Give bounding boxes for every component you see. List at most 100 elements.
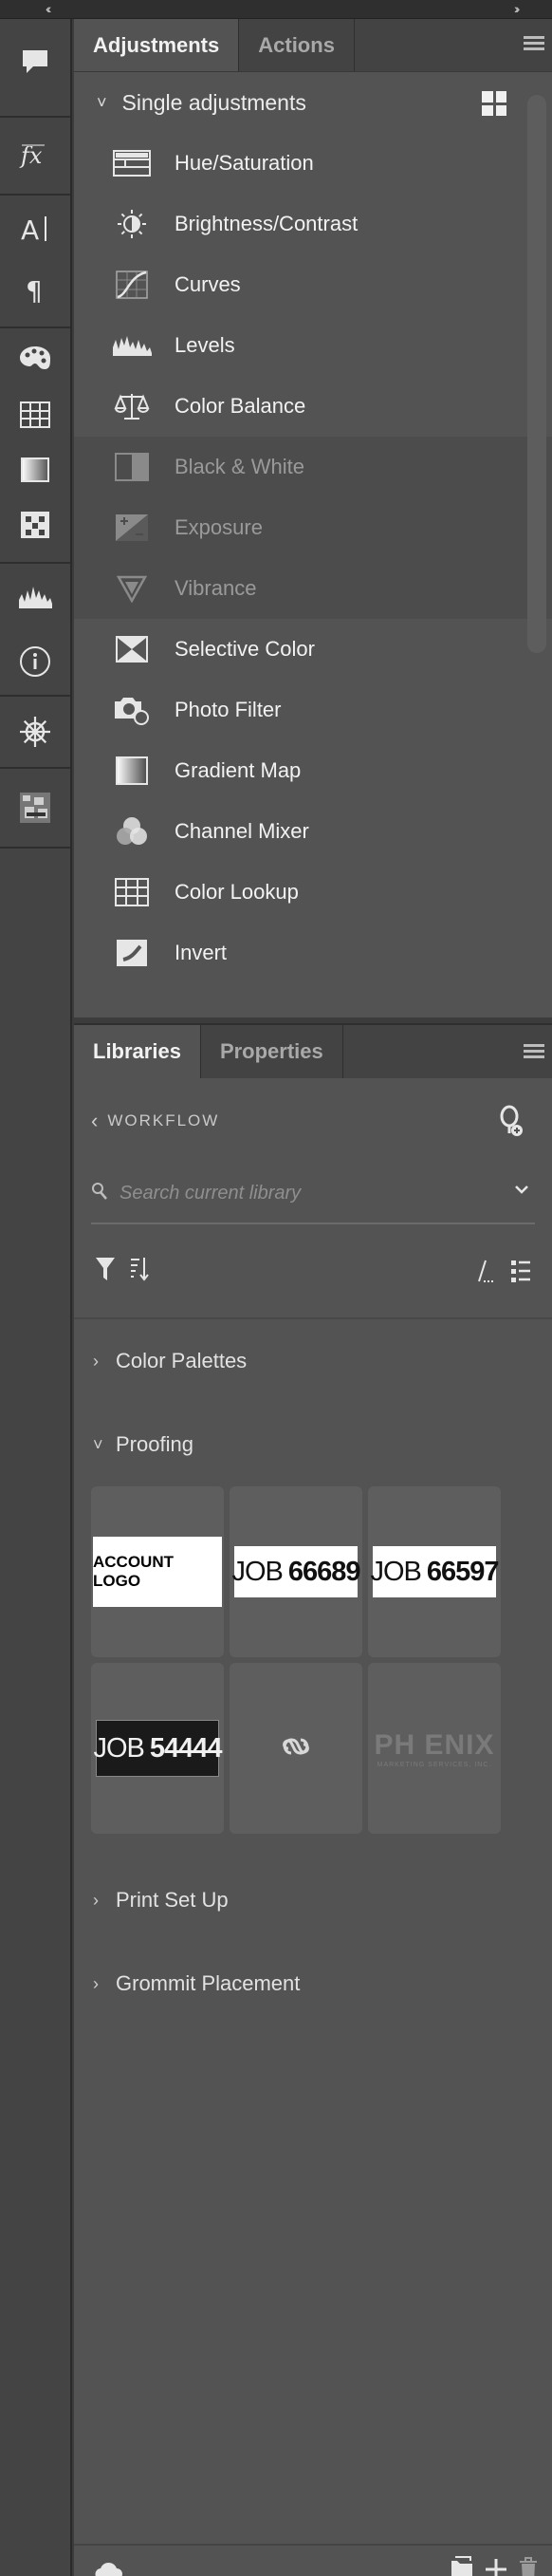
job-prefix: JOB <box>93 1732 144 1764</box>
creative-cloud-icon <box>282 1734 310 1764</box>
proofing-assets-grid: ACCOUNT LOGO JOB 66689 JOB 66597 JOB 54444 <box>74 1486 552 1834</box>
swatches-grid-icon[interactable] <box>0 387 71 442</box>
gradient-map-icon <box>112 756 152 786</box>
library-group-color-palettes[interactable]: › Color Palettes <box>74 1319 552 1403</box>
patterns-icon[interactable] <box>0 497 71 552</box>
single-adjustments-header[interactable]: ˅ Single adjustments <box>74 72 552 133</box>
adjustment-levels[interactable]: Levels <box>74 315 552 376</box>
invite-user-icon[interactable] <box>497 1105 524 1142</box>
chevron-right-icon: › <box>93 1351 99 1371</box>
comments-icon[interactable] <box>0 19 71 104</box>
selective-color-icon <box>112 634 152 664</box>
svg-text:A: A <box>21 215 39 245</box>
adjustment-invert[interactable]: Invert <box>74 923 552 983</box>
asset-job-66597[interactable]: JOB 66597 <box>368 1486 501 1657</box>
paragraph-icon[interactable]: ¶ <box>0 262 71 319</box>
navigator-ship-wheel-icon[interactable] <box>0 697 71 767</box>
search-input[interactable] <box>120 1182 480 1204</box>
adjustment-exposure[interactable]: Exposure <box>74 497 552 558</box>
adjustment-label: Selective Color <box>175 637 315 661</box>
phoenix-logo: PH ENIX MARKETING SERVICES, INC. <box>374 1729 494 1768</box>
back-chevron-icon[interactable]: ‹ <box>91 1109 98 1133</box>
info-icon[interactable] <box>0 630 71 693</box>
tag-view-icon[interactable] <box>476 1259 497 1288</box>
library-group-print-set-up[interactable]: › Print Set Up <box>74 1858 552 1942</box>
adjustment-label: Hue/Saturation <box>175 151 314 175</box>
collapse-left-icon[interactable]: ‹‹ <box>46 1 52 16</box>
adjustment-label: Invert <box>175 941 228 964</box>
adjustment-label: Levels <box>175 333 235 357</box>
black-white-icon <box>112 452 152 482</box>
job-label: JOB 66597 <box>370 1546 500 1597</box>
asset-creative-cloud-logo[interactable] <box>230 1663 362 1834</box>
adjustment-color-lookup[interactable]: Color Lookup <box>74 862 552 923</box>
phoenix-tagline: MARKETING SERVICES, INC. <box>377 1761 492 1768</box>
adjustment-curves[interactable]: Curves <box>74 254 552 315</box>
asset-label: ACCOUNT LOGO <box>93 1537 222 1607</box>
panel-menu-icon[interactable] <box>524 36 544 53</box>
tab-properties[interactable]: Properties <box>201 1025 343 1078</box>
tab-adjustments[interactable]: Adjustments <box>74 19 240 71</box>
adjustment-color-balance[interactable]: Color Balance <box>74 376 552 437</box>
swatches-palette-icon[interactable] <box>0 328 71 387</box>
cloud-sync-icon[interactable] <box>95 2559 123 2576</box>
search-scope-chevron-down-icon[interactable] <box>514 1183 529 1200</box>
adjustment-label: Gradient Map <box>175 758 302 782</box>
panel-collapse-strip: ‹‹ ›› <box>0 0 552 19</box>
adjustment-photo-filter[interactable]: Photo Filter <box>74 680 552 740</box>
asset-job-54444[interactable]: JOB 54444 <box>91 1663 224 1834</box>
filter-funnel-icon[interactable] <box>95 1256 116 1287</box>
new-library-icon[interactable] <box>450 2555 474 2576</box>
color-lookup-icon <box>112 877 152 907</box>
adjustment-hue-saturation[interactable]: Hue/Saturation <box>74 133 552 194</box>
library-actions <box>450 2555 539 2576</box>
library-group-proofing[interactable]: ˅ Proofing <box>74 1403 552 1486</box>
adjustment-brightness-contrast[interactable]: Brightness/Contrast <box>74 194 552 254</box>
view-grid-icon[interactable] <box>482 91 506 116</box>
adjustment-selective-color[interactable]: Selective Color <box>74 619 552 680</box>
adjustment-label: Brightness/Contrast <box>175 212 359 235</box>
asset-phoenix-logo[interactable]: PH ENIX MARKETING SERVICES, INC. <box>368 1663 501 1834</box>
gradients-icon[interactable] <box>0 442 71 497</box>
libraries-bottom-bar <box>74 2544 552 2576</box>
chevron-right-icon: › <box>93 1890 99 1910</box>
libraries-tab-bar: Libraries Properties <box>74 1023 552 1078</box>
curves-icon <box>112 270 152 300</box>
group-label: Proofing <box>116 1432 193 1456</box>
group-label: Color Palettes <box>116 1349 248 1372</box>
search-icon <box>91 1182 108 1205</box>
adjustment-gradient-map[interactable]: Gradient Map <box>74 740 552 801</box>
libraries-panel: Libraries Properties ‹ WORKFLOW Search c… <box>74 1023 552 2025</box>
adjustment-label: Curves <box>175 272 241 296</box>
layer-styles-fx-icon[interactable]: fx <box>0 118 71 194</box>
adjustment-label: Color Balance <box>175 394 306 418</box>
collapse-right-icon[interactable]: ›› <box>514 1 521 16</box>
view-options <box>476 1259 531 1288</box>
chevron-right-icon: › <box>93 1973 99 1993</box>
adjustment-black-white[interactable]: Black & White <box>74 437 552 497</box>
right-panel-dock: Adjustments Actions ˅ Single adjustments… <box>74 19 552 2576</box>
asset-account-logo[interactable]: ACCOUNT LOGO <box>91 1486 224 1657</box>
library-group-grommit-placement[interactable]: › Grommit Placement <box>74 1942 552 2025</box>
adjustment-label: Color Lookup <box>175 880 299 904</box>
color-balance-icon <box>112 391 152 421</box>
adjustments-tab-bar: Adjustments Actions <box>74 19 552 72</box>
add-plus-icon[interactable] <box>484 2555 508 2576</box>
adjustment-vibrance[interactable]: Vibrance <box>74 558 552 619</box>
trash-icon[interactable] <box>518 2555 539 2576</box>
job-number: 66597 <box>426 1556 500 1587</box>
adjustments-scrollbar[interactable] <box>527 95 546 653</box>
invert-icon <box>112 938 152 968</box>
sort-icon[interactable] <box>129 1256 150 1287</box>
tab-actions[interactable]: Actions <box>239 19 355 71</box>
character-icon[interactable]: A <box>0 196 71 262</box>
chevron-down-icon: ˅ <box>97 92 107 112</box>
asset-job-66689[interactable]: JOB 66689 <box>230 1486 362 1657</box>
adjustment-channel-mixer[interactable]: Channel Mixer <box>74 801 552 862</box>
histogram-icon[interactable] <box>0 564 71 630</box>
list-view-icon[interactable] <box>510 1259 531 1288</box>
vibrance-icon <box>112 573 152 604</box>
layer-comps-thumbnail-icon[interactable] <box>0 769 71 847</box>
tab-libraries[interactable]: Libraries <box>74 1025 201 1078</box>
libraries-panel-menu-icon[interactable] <box>524 1044 544 1061</box>
